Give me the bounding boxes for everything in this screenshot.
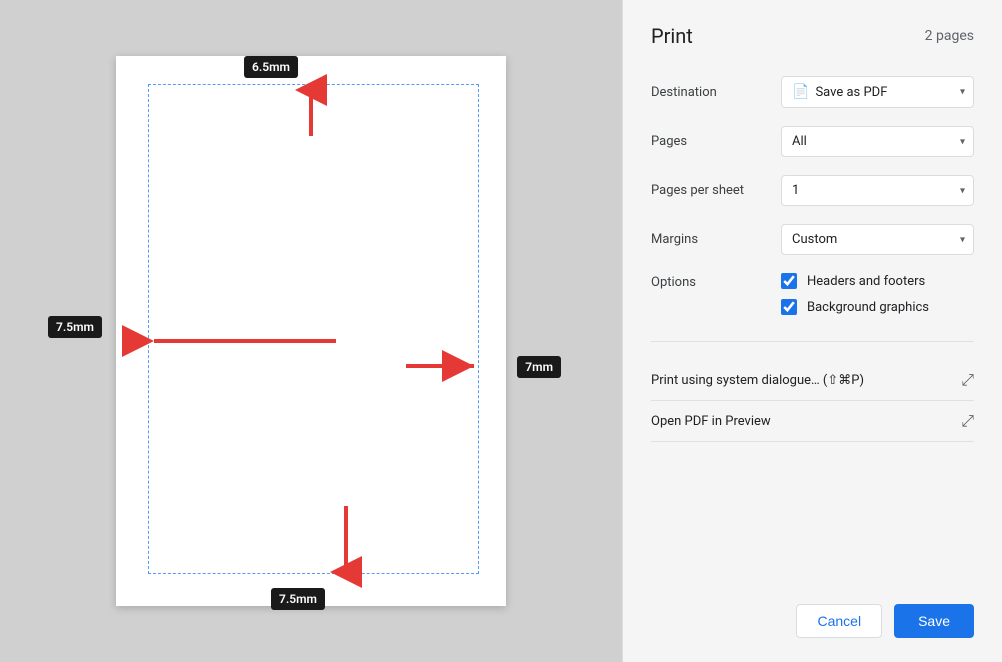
right-margin-label: 7mm	[517, 356, 561, 378]
panel-footer: Cancel Save	[651, 588, 974, 638]
destination-chevron-icon: ▾	[960, 87, 965, 98]
pages-chevron-icon: ▾	[960, 136, 965, 147]
margins-label: Margins	[651, 232, 781, 247]
headers-footers-row: Headers and footers	[781, 273, 974, 289]
save-button[interactable]: Save	[894, 604, 974, 638]
pages-per-sheet-value: 1	[792, 183, 799, 198]
open-pdf-external-icon: ⤢	[961, 411, 974, 431]
cancel-button[interactable]: Cancel	[796, 604, 882, 638]
pages-per-sheet-select[interactable]: 1 ▾	[781, 175, 974, 206]
preview-area: 6.5mm 7.5mm 7.5mm 7mm	[0, 0, 622, 662]
system-dialogue-label: Print using system dialogue… (⇧⌘P)	[651, 373, 864, 388]
margins-select[interactable]: Custom ▾	[781, 224, 974, 255]
panel-title: Print	[651, 24, 693, 48]
headers-footers-label: Headers and footers	[807, 274, 925, 289]
margins-control: Custom ▾	[781, 224, 974, 255]
pages-label: Pages	[651, 134, 781, 149]
print-panel: Print 2 pages Destination 📄 Save as PDF …	[622, 0, 1002, 662]
divider	[651, 341, 974, 342]
margins-value: Custom	[792, 232, 837, 247]
pages-per-sheet-row: Pages per sheet 1 ▾	[651, 175, 974, 206]
options-items: Headers and footers Background graphics	[781, 273, 974, 315]
options-label: Options	[651, 273, 781, 290]
destination-label: Destination	[651, 85, 781, 100]
panel-header: Print 2 pages	[651, 24, 974, 48]
destination-row: Destination 📄 Save as PDF ▾	[651, 76, 974, 108]
headers-footers-checkbox[interactable]	[781, 273, 797, 289]
options-row: Options Headers and footers Background g…	[651, 273, 974, 315]
panel-page-count: 2 pages	[925, 28, 974, 44]
margins-row: Margins Custom ▾	[651, 224, 974, 255]
pages-row: Pages All ▾	[651, 126, 974, 157]
open-pdf-row[interactable]: Open PDF in Preview ⤢	[651, 401, 974, 442]
system-dialogue-row[interactable]: Print using system dialogue… (⇧⌘P) ⤢	[651, 360, 974, 401]
background-graphics-row: Background graphics	[781, 299, 974, 315]
destination-value: Save as PDF	[815, 85, 887, 100]
destination-select[interactable]: 📄 Save as PDF ▾	[781, 76, 974, 108]
pages-per-sheet-label: Pages per sheet	[651, 183, 781, 198]
pages-select[interactable]: All ▾	[781, 126, 974, 157]
left-margin-label: 7.5mm	[48, 316, 102, 338]
open-pdf-label: Open PDF in Preview	[651, 414, 771, 429]
pages-per-sheet-chevron-icon: ▾	[960, 185, 965, 196]
destination-control: 📄 Save as PDF ▾	[781, 76, 974, 108]
external-link-icon: ⤢	[961, 370, 974, 390]
pages-value: All	[792, 134, 807, 149]
background-graphics-checkbox[interactable]	[781, 299, 797, 315]
pages-per-sheet-control: 1 ▾	[781, 175, 974, 206]
file-icon: 📄	[792, 84, 809, 100]
background-graphics-label: Background graphics	[807, 300, 929, 315]
page-container: 6.5mm 7.5mm 7.5mm 7mm	[116, 56, 506, 606]
page-white	[116, 56, 506, 606]
margins-chevron-icon: ▾	[960, 234, 965, 245]
pages-control: All ▾	[781, 126, 974, 157]
